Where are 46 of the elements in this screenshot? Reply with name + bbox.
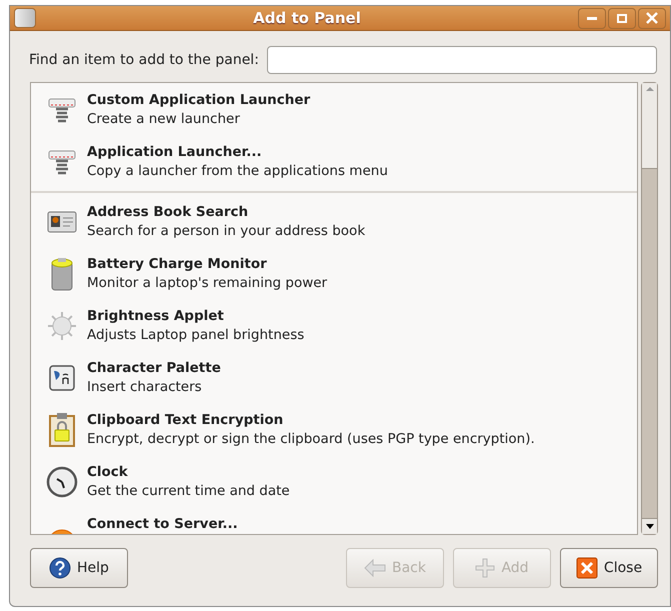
- close-x-icon: [646, 12, 658, 24]
- scrollbar[interactable]: [641, 82, 658, 535]
- clock-icon: [46, 466, 78, 498]
- panel-item[interactable]: Address Book Search Search for a person in your address book: [31, 196, 637, 248]
- clipboard-lock-icon: [48, 412, 76, 448]
- item-name: Address Book Search: [87, 203, 250, 222]
- close-window-button[interactable]: [638, 8, 666, 28]
- search-field[interactable]: [266, 46, 657, 74]
- item-description: Encrypt, decrypt or sign the clipboard (uses PGP type encryption).: [87, 430, 535, 449]
- panel-item[interactable]: Clipboard Text Encryption Encrypt, decrypt or sign the clipboard (uses PGP type encryption).: [31, 404, 637, 456]
- sun-icon: [46, 310, 78, 342]
- item-name: Brightness Applet: [87, 307, 225, 326]
- item-name: Character Palette: [87, 359, 221, 378]
- item-description: Search for a person in your address book: [87, 222, 366, 241]
- item-description: Insert characters: [87, 378, 203, 397]
- item-name: Application Launcher...: [87, 143, 263, 162]
- item-name: Clipboard Text Encryption: [87, 411, 284, 430]
- plus-icon: [475, 558, 496, 578]
- window-title: Add to Panel: [252, 8, 362, 29]
- contact-card-icon: [46, 209, 78, 235]
- item-description: Copy a launcher from the applications menu: [87, 162, 388, 181]
- item-description: Adjusts Laptop panel brightness: [87, 326, 304, 345]
- search-label: Find an item to add to the panel:: [29, 50, 259, 70]
- item-name: Connect to Server...: [87, 515, 238, 534]
- item-name: Clock: [87, 463, 129, 482]
- panel-item[interactable]: Clock Get the current time and date: [31, 456, 637, 508]
- maximize-window-button[interactable]: [608, 8, 636, 28]
- item-name: Custom Application Launcher: [87, 91, 310, 110]
- help-icon: [49, 557, 72, 579]
- panel-item[interactable]: Application Launcher... Copy a launcher from the applications menu: [31, 136, 637, 188]
- close-button[interactable]: Close: [560, 548, 658, 588]
- item-name: Battery Charge Monitor: [87, 255, 268, 274]
- panel-item[interactable]: Custom Application Launcher Create a new launcher: [31, 84, 637, 136]
- character-key-icon: [48, 364, 76, 392]
- item-description: Get the current time and date: [87, 482, 290, 501]
- item-description: Create a new launcher: [87, 110, 241, 129]
- panel-item[interactable]: Brightness Applet Adjusts Laptop panel brightness: [31, 300, 637, 352]
- panel-item[interactable]: Character Palette Insert characters: [31, 352, 637, 404]
- panel-item[interactable]: Battery Charge Monitor Monitor a laptop's remaining power: [31, 248, 637, 300]
- help-button[interactable]: Help: [30, 548, 128, 588]
- panel-item[interactable]: Connect to Server...: [31, 508, 637, 534]
- item-description: Monitor a laptop's remaining power: [87, 274, 328, 293]
- minimize-window-button[interactable]: [578, 8, 606, 28]
- back-arrow-icon: [364, 559, 386, 577]
- window-menu-icon[interactable]: [14, 8, 36, 28]
- close-icon: [576, 557, 598, 579]
